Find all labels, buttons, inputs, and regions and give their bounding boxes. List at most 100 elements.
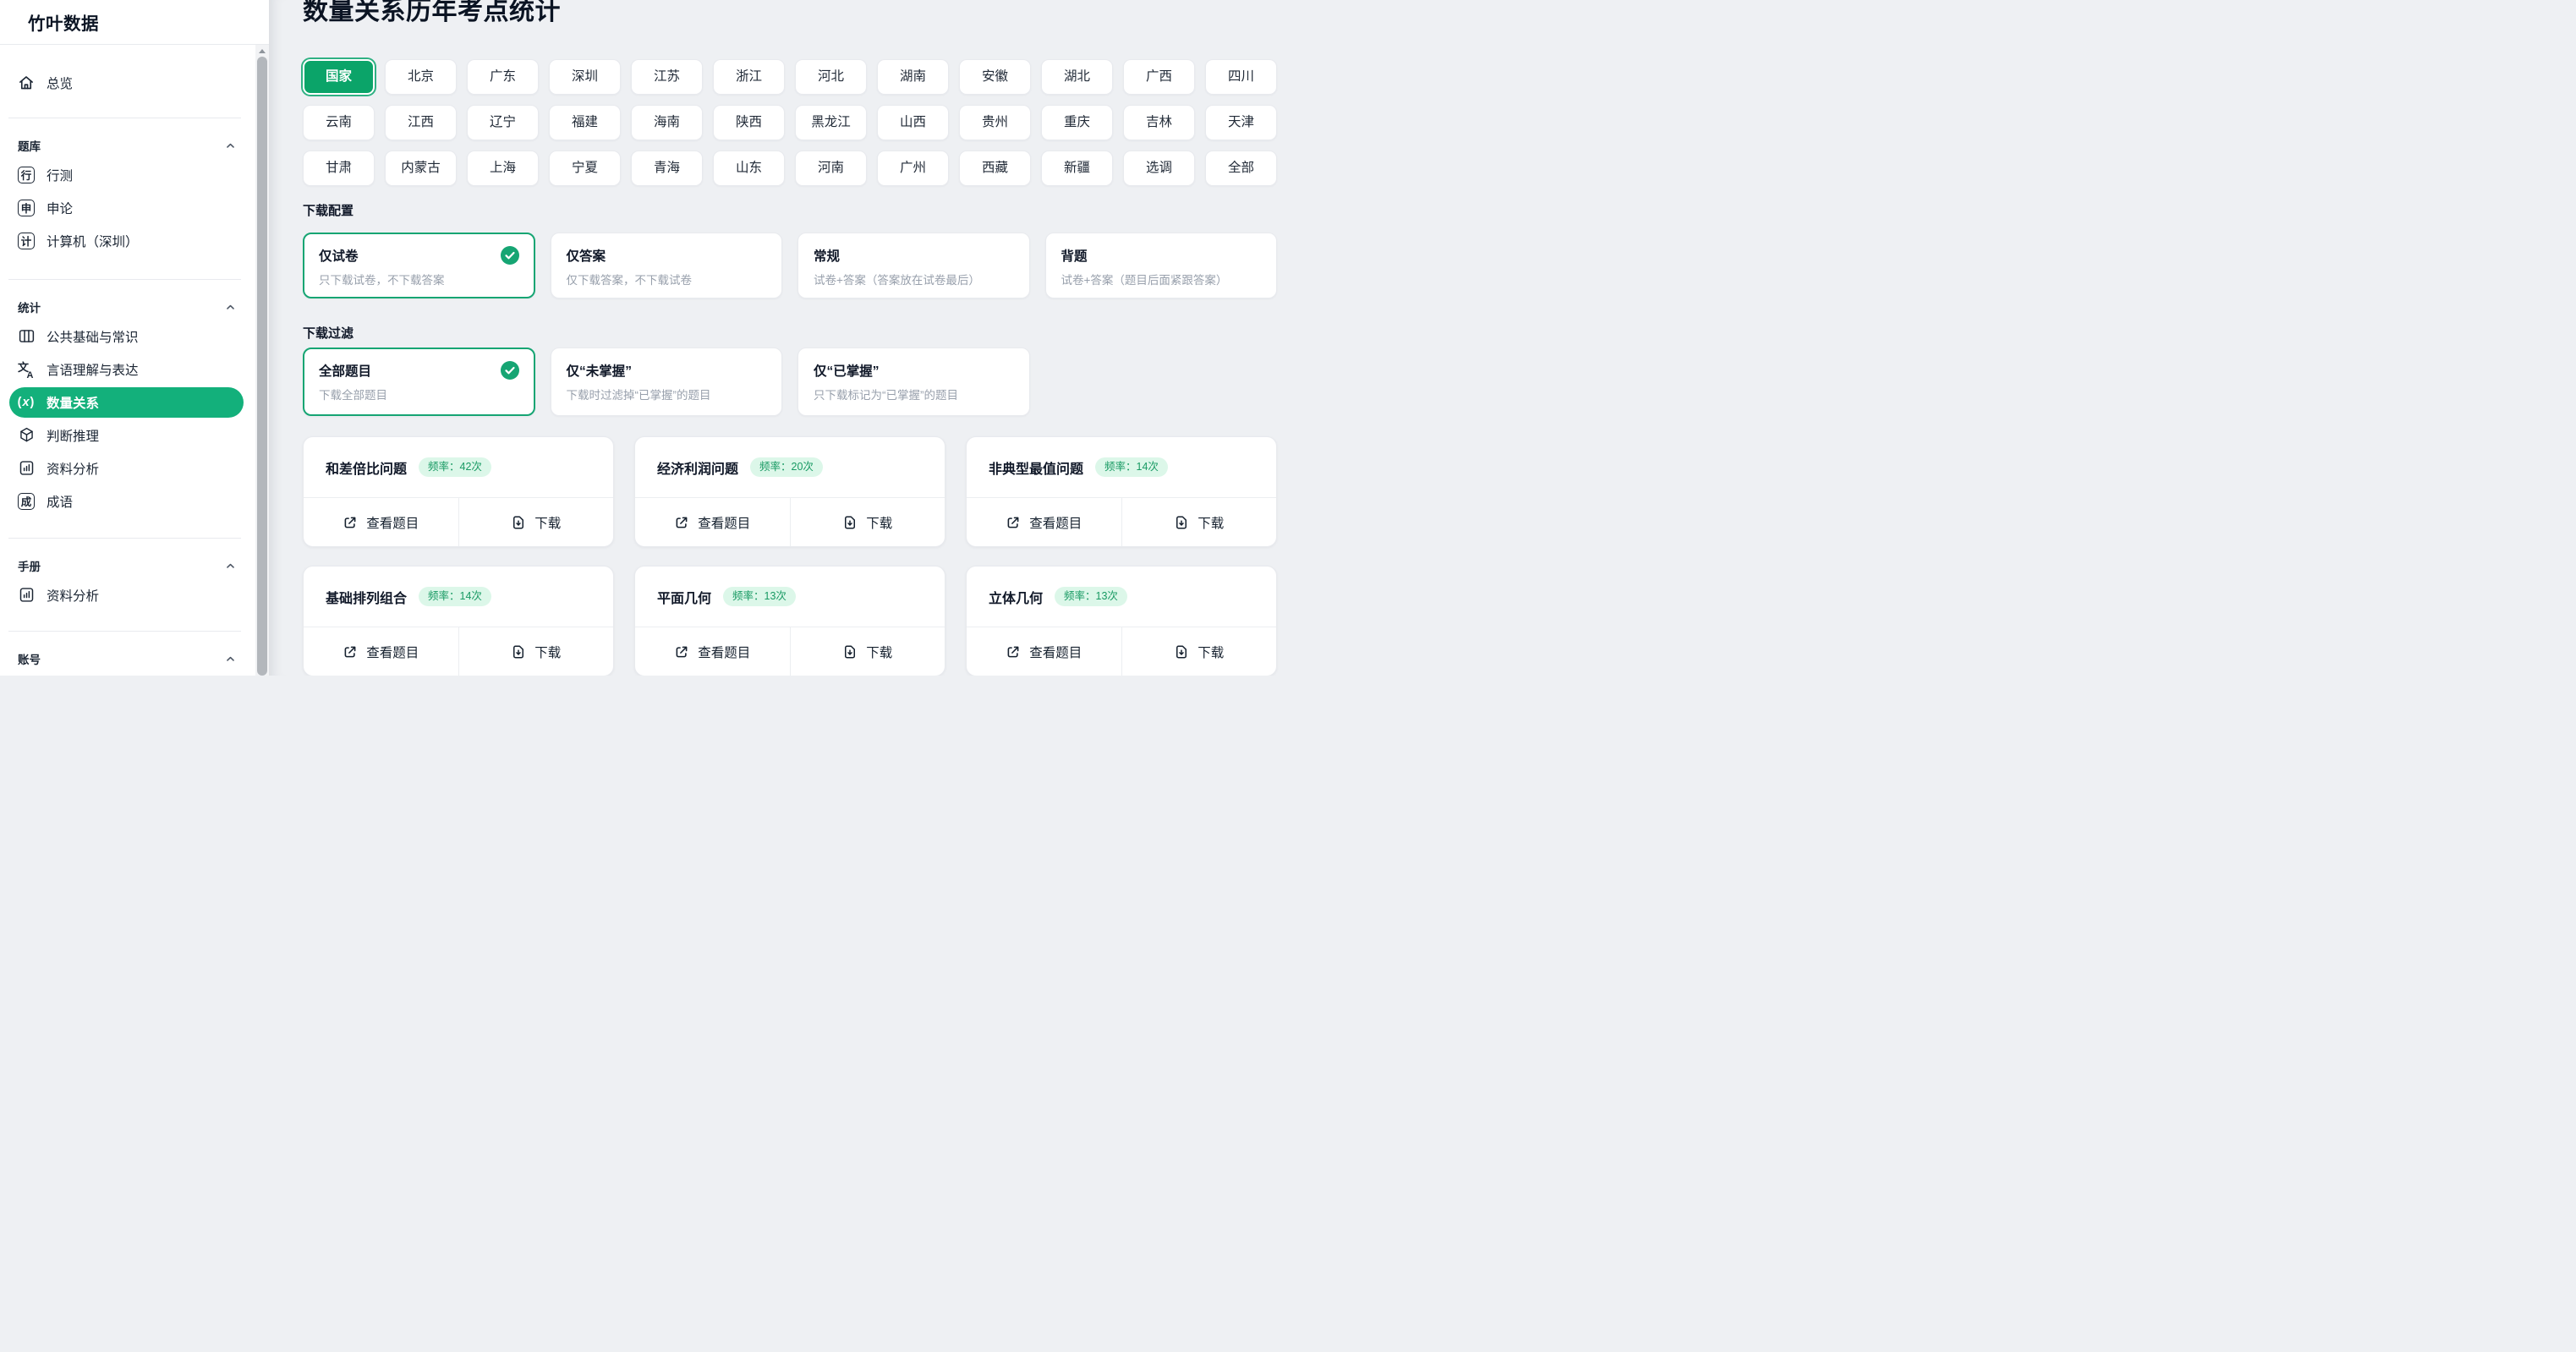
download-button[interactable]: 下载 — [790, 498, 945, 546]
region-chip[interactable]: 新疆 — [1041, 151, 1113, 186]
region-chip[interactable]: 浙江 — [713, 59, 785, 95]
scrollbar-thumb[interactable] — [257, 57, 267, 676]
region-chip[interactable]: 江西 — [385, 105, 457, 140]
region-chip[interactable]: 全部 — [1205, 151, 1277, 186]
region-chip[interactable]: 天津 — [1205, 105, 1277, 140]
region-chip-selected[interactable]: 国家 — [303, 59, 375, 95]
region-chip[interactable]: 北京 — [385, 59, 457, 95]
region-chip[interactable]: 山东 — [713, 151, 785, 186]
external-link-icon — [343, 515, 358, 530]
shen-box-icon: 申 — [18, 200, 35, 216]
region-chip[interactable]: 江苏 — [631, 59, 703, 95]
region-chip[interactable]: 选调 — [1123, 151, 1195, 186]
check-circle-icon — [501, 361, 519, 380]
topic-card: 平面几何 频率：13次 查看题目 下载 — [634, 566, 945, 676]
view-questions-button[interactable]: 查看题目 — [635, 498, 790, 546]
region-chip[interactable]: 安徽 — [959, 59, 1031, 95]
region-chip[interactable]: 湖北 — [1041, 59, 1113, 95]
sidebar-item-shenlun[interactable]: 申 申论 — [0, 191, 255, 224]
fx-icon: (x) — [17, 393, 36, 412]
sidebar-divider — [8, 631, 241, 632]
frequency-badge: 频率：20次 — [750, 457, 823, 477]
download-button[interactable]: 下载 — [458, 627, 614, 676]
filter-option-mastered[interactable]: 仅“已掌握” 只下载标记为“已掌握”的题目 — [797, 348, 1030, 416]
external-link-icon — [674, 515, 689, 530]
section-title: 统计 — [18, 298, 41, 315]
sidebar-item-shuliang-active[interactable]: (x) 数量关系 — [9, 387, 244, 418]
topic-name: 平面几何 — [657, 587, 711, 607]
region-chip[interactable]: 甘肃 — [303, 151, 375, 186]
region-chip[interactable]: 贵州 — [959, 105, 1031, 140]
region-chip[interactable]: 宁夏 — [549, 151, 621, 186]
sidebar-item-panduan[interactable]: 判断推理 — [0, 419, 255, 452]
frequency-badge: 频率：13次 — [1055, 587, 1127, 606]
sidebar-item-ziliao-manual[interactable]: 资料分析 — [0, 578, 255, 611]
sidebar-section-zhanghao[interactable]: 账号 — [0, 646, 255, 671]
sidebar-item-gongji[interactable]: 公共基础与常识 — [0, 320, 255, 353]
sidebar-item-label: 判断推理 — [47, 426, 99, 445]
config-option-paper-only-selected[interactable]: 仅试卷 只下载试卷，不下载答案 — [303, 233, 535, 298]
section-title: 题库 — [18, 137, 41, 154]
view-questions-button[interactable]: 查看题目 — [304, 498, 458, 546]
region-chip[interactable]: 河南 — [795, 151, 867, 186]
option-desc: 仅下载答案，不下载试卷 — [567, 271, 767, 287]
download-button[interactable]: 下载 — [1121, 627, 1277, 676]
region-chip[interactable]: 辽宁 — [467, 105, 539, 140]
sidebar-item-chengyu[interactable]: 成 成语 — [0, 484, 255, 517]
view-questions-button[interactable]: 查看题目 — [635, 627, 790, 676]
filter-option-all-selected[interactable]: 全部题目 下载全部题目 — [303, 348, 535, 416]
region-chip[interactable]: 西藏 — [959, 151, 1031, 186]
region-chip[interactable]: 深圳 — [549, 59, 621, 95]
sidebar-item-ziliao[interactable]: 资料分析 — [0, 452, 255, 484]
sidebar-item-overview[interactable]: 总览 — [0, 66, 255, 100]
home-icon — [17, 74, 36, 92]
sidebar-item-label: 计算机（深圳） — [47, 232, 139, 250]
topic-name: 经济利润问题 — [657, 457, 738, 478]
region-chip[interactable]: 广州 — [877, 151, 949, 186]
view-questions-button[interactable]: 查看题目 — [967, 498, 1121, 546]
region-chip[interactable]: 广东 — [467, 59, 539, 95]
sidebar-section-tongji[interactable]: 统计 — [0, 294, 255, 320]
option-title: 背题 — [1061, 246, 1088, 265]
sidebar-item-xingce[interactable]: 行 行测 — [0, 158, 255, 191]
scrollbar-up-arrow-icon[interactable] — [255, 45, 269, 57]
config-option-recite[interactable]: 背题 试卷+答案（题目后面紧跟答案） — [1045, 233, 1278, 298]
download-button[interactable]: 下载 — [458, 498, 614, 546]
region-chip[interactable]: 陕西 — [713, 105, 785, 140]
download-button[interactable]: 下载 — [1121, 498, 1277, 546]
filter-option-unmastered[interactable]: 仅“未掌握” 下载时过滤掉“已掌握”的题目 — [551, 348, 783, 416]
region-chip[interactable]: 海南 — [631, 105, 703, 140]
sidebar-scrollbar[interactable] — [255, 45, 269, 676]
brand-logo: 竹叶数据 — [0, 0, 269, 45]
region-chip[interactable]: 湖南 — [877, 59, 949, 95]
sidebar-item-jisuanji[interactable]: 计 计算机（深圳） — [0, 224, 255, 257]
frequency-badge: 频率：13次 — [723, 587, 796, 606]
download-button[interactable]: 下载 — [790, 627, 945, 676]
region-chip[interactable]: 广西 — [1123, 59, 1195, 95]
region-chip[interactable]: 河北 — [795, 59, 867, 95]
region-chip[interactable]: 上海 — [467, 151, 539, 186]
sidebar-divider — [8, 279, 241, 280]
chevron-up-icon — [225, 561, 236, 572]
region-chip[interactable]: 重庆 — [1041, 105, 1113, 140]
sidebar-item-yanyu[interactable]: 文A 言语理解与表达 — [0, 353, 255, 386]
region-chip[interactable]: 福建 — [549, 105, 621, 140]
region-chip[interactable]: 云南 — [303, 105, 375, 140]
region-chip[interactable]: 山西 — [877, 105, 949, 140]
file-download-icon — [511, 644, 526, 660]
region-chip[interactable]: 吉林 — [1123, 105, 1195, 140]
region-chip[interactable]: 内蒙古 — [385, 151, 457, 186]
sidebar-section-shouce[interactable]: 手册 — [0, 553, 255, 578]
option-desc: 只下载试卷，不下载答案 — [319, 271, 519, 287]
view-questions-button[interactable]: 查看题目 — [967, 627, 1121, 676]
region-chip[interactable]: 四川 — [1205, 59, 1277, 95]
view-questions-button[interactable]: 查看题目 — [304, 627, 458, 676]
download-config-grid: 仅试卷 只下载试卷，不下载答案 仅答案 仅下载答案，不下载试卷 常规 试卷+答案… — [303, 233, 1277, 298]
ji-box-icon: 计 — [18, 233, 35, 249]
config-option-answer-only[interactable]: 仅答案 仅下载答案，不下载试卷 — [551, 233, 783, 298]
sidebar-section-tiku[interactable]: 题库 — [0, 133, 255, 158]
config-option-normal[interactable]: 常规 试卷+答案（答案放在试卷最后） — [797, 233, 1030, 298]
app-window: 竹叶数据 总览 题库 行 行测 申 申论 — [0, 0, 1288, 676]
region-chip[interactable]: 黑龙江 — [795, 105, 867, 140]
region-chip[interactable]: 青海 — [631, 151, 703, 186]
